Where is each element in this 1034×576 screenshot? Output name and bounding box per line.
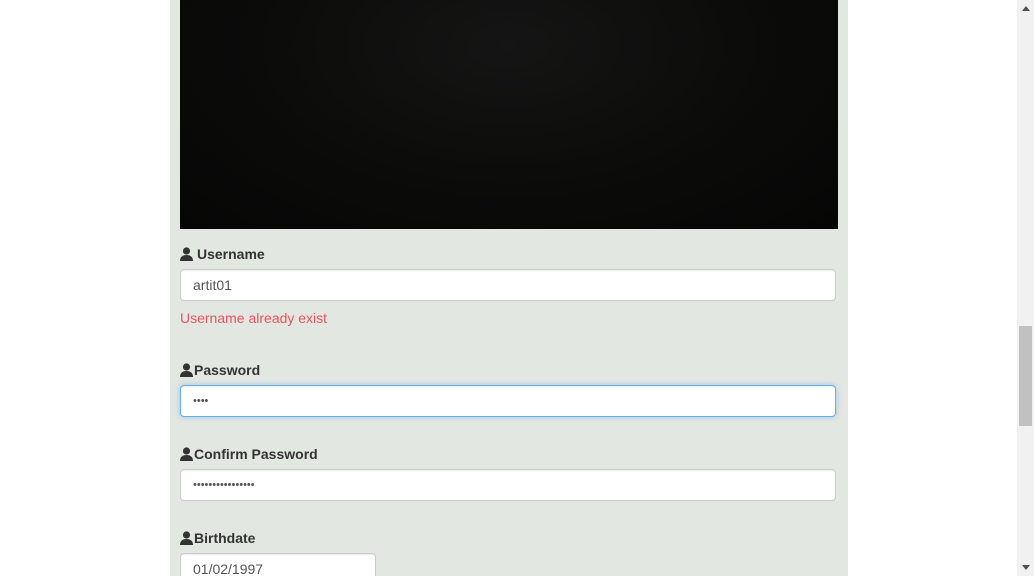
user-icon	[180, 363, 193, 377]
username-error: Username already exist	[180, 310, 328, 326]
username-label-text: Username	[197, 246, 265, 262]
profile-image	[180, 0, 838, 229]
birthdate-input[interactable]	[180, 553, 376, 576]
page: Username Username already exist Password…	[0, 0, 1034, 576]
password-input[interactable]	[180, 385, 836, 417]
user-icon	[180, 531, 193, 545]
birthdate-label: Birthdate	[180, 528, 255, 548]
confirm-password-label-text: Confirm Password	[194, 446, 318, 462]
birthdate-label-text: Birthdate	[194, 530, 256, 546]
confirm-password-label: Confirm Password	[180, 444, 318, 464]
user-icon	[180, 247, 193, 261]
scroll-up-arrow-icon[interactable]	[1017, 0, 1034, 17]
password-label-text: Password	[194, 362, 261, 378]
scroll-down-arrow-icon[interactable]	[1017, 559, 1034, 576]
vertical-scrollbar[interactable]	[1017, 0, 1034, 576]
username-label: Username	[180, 244, 265, 264]
confirm-password-input[interactable]	[180, 469, 836, 501]
user-icon	[180, 447, 193, 461]
username-input[interactable]	[180, 269, 836, 301]
password-label: Password	[180, 360, 260, 380]
scroll-thumb[interactable]	[1019, 326, 1032, 426]
